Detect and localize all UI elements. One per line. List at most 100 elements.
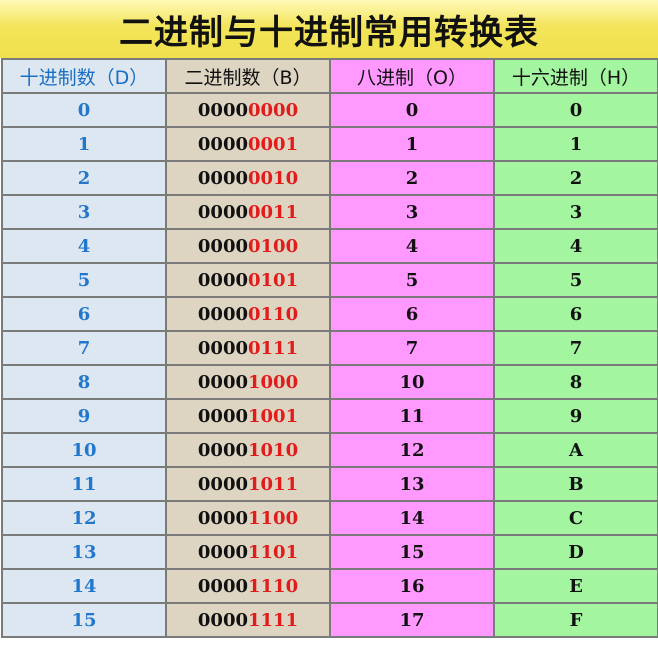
decimal-cell: 10 [1,432,167,468]
decimal-cell: 8 [1,364,167,400]
table-row: 9 00001001 11 9 [1,398,658,434]
decimal-cell: 5 [1,262,167,298]
decimal-cell: 2 [1,160,167,196]
decimal-value: 10 [71,439,97,461]
binary-low-bits: 1011 [248,473,299,495]
binary-low-bits: 0101 [248,269,299,291]
octal-cell: 4 [329,228,495,264]
octal-value: 6 [405,303,419,325]
hex-cell: C [493,500,658,536]
header-binary: 二进制数（B） [165,58,331,94]
table-body: 0 00000000 0 0 1 00000001 1 1 2 00000010 2 2 3 000000… [1,92,658,638]
octal-value: 7 [405,337,419,359]
binary-high-bits: 0000 [197,439,248,461]
binary-high-bits: 0000 [197,303,248,325]
binary-high-bits: 0000 [197,507,248,529]
octal-cell: 7 [329,330,495,366]
hex-value: A [569,439,583,461]
binary-cell: 00001000 [165,364,331,400]
decimal-cell: 1 [1,126,167,162]
hex-cell: 9 [493,398,658,434]
decimal-value: 14 [71,575,97,597]
binary-low-bits: 0011 [248,201,299,223]
octal-cell: 12 [329,432,495,468]
hex-value: 5 [569,269,583,291]
decimal-cell: 0 [1,92,167,128]
binary-high-bits: 0000 [197,133,248,155]
octal-cell: 3 [329,194,495,230]
decimal-value: 15 [71,609,97,631]
hex-cell: 6 [493,296,658,332]
table-row: 0 00000000 0 0 [1,92,658,128]
page-title: 二进制与十进制常用转换表 [0,0,658,58]
octal-cell: 1 [329,126,495,162]
octal-cell: 17 [329,602,495,638]
binary-cell: 00000101 [165,262,331,298]
decimal-value: 7 [77,337,91,359]
binary-low-bits: 1010 [248,439,299,461]
hex-cell: 1 [493,126,658,162]
octal-cell: 10 [329,364,495,400]
octal-cell: 15 [329,534,495,570]
table-row: 13 00001101 15 D [1,534,658,570]
table-row: 12 00001100 14 C [1,500,658,536]
binary-high-bits: 0000 [197,235,248,257]
hex-value: E [569,575,583,597]
octal-value: 10 [399,371,425,393]
decimal-cell: 4 [1,228,167,264]
binary-cell: 00001010 [165,432,331,468]
binary-high-bits: 0000 [197,337,248,359]
conversion-table: 十进制数（D） 二进制数（B） 八进制（O） 十六进制（H） 0 00000000… [1,58,658,638]
decimal-value: 3 [77,201,91,223]
binary-cell: 00000011 [165,194,331,230]
binary-cell: 00001101 [165,534,331,570]
octal-cell: 0 [329,92,495,128]
table-row: 4 00000100 4 4 [1,228,658,264]
octal-cell: 11 [329,398,495,434]
binary-high-bits: 0000 [197,405,248,427]
binary-cell: 00001001 [165,398,331,434]
octal-value: 13 [399,473,425,495]
hex-cell: E [493,568,658,604]
decimal-cell: 7 [1,330,167,366]
binary-high-bits: 0000 [197,473,248,495]
octal-cell: 16 [329,568,495,604]
hex-value: 3 [569,201,583,223]
binary-high-bits: 0000 [197,541,248,563]
hex-cell: B [493,466,658,502]
octal-value: 3 [405,201,419,223]
octal-value: 4 [405,235,419,257]
binary-cell: 00001100 [165,500,331,536]
binary-cell: 00000111 [165,330,331,366]
hex-value: 8 [569,371,583,393]
table-row: 15 00001111 17 F [1,602,658,638]
octal-value: 12 [399,439,425,461]
binary-cell: 00000000 [165,92,331,128]
binary-low-bits: 1101 [248,541,299,563]
decimal-value: 9 [77,405,91,427]
octal-value: 1 [405,133,419,155]
decimal-value: 13 [71,541,97,563]
octal-value: 5 [405,269,419,291]
hex-cell: 5 [493,262,658,298]
hex-value: 2 [569,167,583,189]
decimal-cell: 9 [1,398,167,434]
hex-value: D [568,541,584,563]
hex-cell: 8 [493,364,658,400]
hex-value: 0 [569,99,583,121]
binary-low-bits: 1000 [248,371,299,393]
octal-cell: 2 [329,160,495,196]
table-row: 7 00000111 7 7 [1,330,658,366]
table-row: 6 00000110 6 6 [1,296,658,332]
octal-value: 2 [405,167,419,189]
decimal-cell: 6 [1,296,167,332]
table-header-row: 十进制数（D） 二进制数（B） 八进制（O） 十六进制（H） [1,58,658,94]
binary-cell: 00001011 [165,466,331,502]
binary-high-bits: 0000 [197,575,248,597]
hex-cell: 0 [493,92,658,128]
decimal-value: 1 [77,133,91,155]
decimal-value: 2 [77,167,91,189]
hex-value: C [568,507,584,529]
binary-low-bits: 0111 [248,337,299,359]
binary-low-bits: 1111 [248,609,299,631]
